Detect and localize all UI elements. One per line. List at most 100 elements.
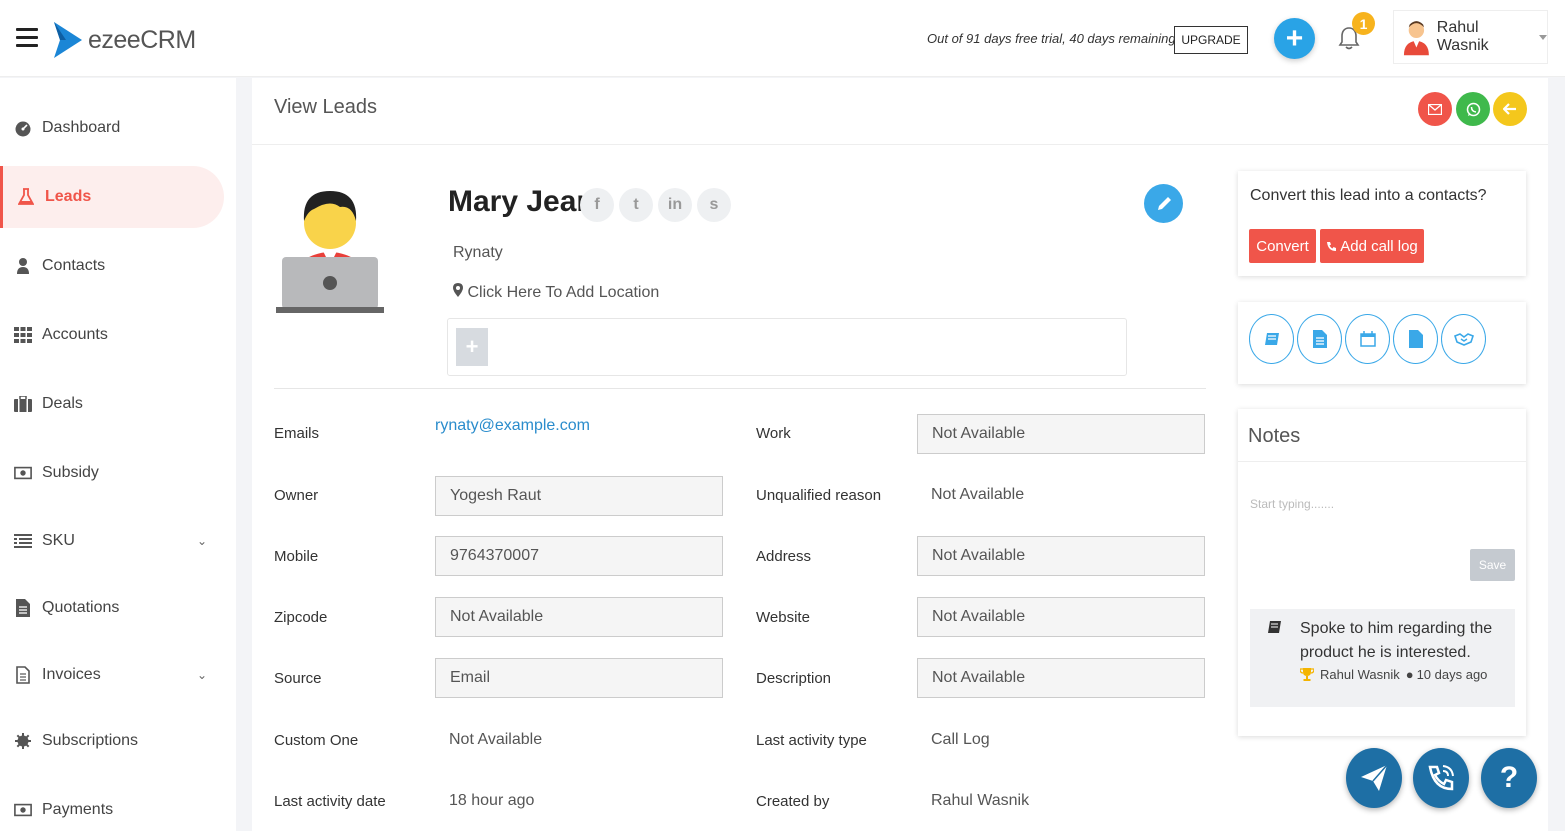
sidebar-item-leads[interactable]: Leads bbox=[0, 166, 224, 228]
lead-avatar bbox=[276, 191, 384, 313]
add-call-log-button[interactable]: Add call log bbox=[1320, 229, 1424, 263]
note-text: Spoke to him regarding the product he is… bbox=[1300, 620, 1493, 661]
main-content: View Leads Mary Jean f t in s Rynaty Cli… bbox=[252, 78, 1548, 831]
whatsapp-icon bbox=[1466, 102, 1480, 116]
cog-icon bbox=[14, 732, 32, 750]
lead-name: Mary Jean bbox=[448, 185, 595, 218]
convert-button[interactable]: Convert bbox=[1249, 229, 1316, 263]
sidebar-item-label: Invoices bbox=[42, 666, 101, 683]
mobile-field[interactable]: 9764370007 bbox=[435, 536, 723, 576]
list-icon bbox=[14, 532, 32, 550]
notes-input[interactable]: Start typing....... bbox=[1250, 497, 1334, 511]
sidebar-item-label: Leads bbox=[45, 188, 92, 205]
phone-icon bbox=[1327, 241, 1337, 251]
sidebar-item-label: Payments bbox=[42, 801, 114, 818]
user-name: Rahul Wasnik bbox=[1436, 19, 1489, 54]
linkedin-icon[interactable]: in bbox=[658, 188, 692, 222]
source-field[interactable]: Email bbox=[435, 658, 723, 698]
tags-box[interactable]: + bbox=[447, 318, 1127, 376]
sidebar-item-label: Dashboard bbox=[42, 119, 121, 136]
send-fab-button[interactable] bbox=[1346, 748, 1402, 808]
sidebar-item-contacts[interactable]: Contacts bbox=[0, 235, 224, 297]
sidebar-item-label: Quotations bbox=[42, 599, 120, 616]
upgrade-button[interactable]: UPGRADE bbox=[1174, 26, 1248, 54]
field-label-unqualified-reason: Unqualified reason bbox=[756, 487, 882, 504]
file-icon[interactable] bbox=[1393, 314, 1438, 364]
field-label-emails: Emails bbox=[274, 425, 320, 442]
owner-field[interactable]: Yogesh Raut bbox=[435, 476, 723, 516]
field-label-created-by: Created by bbox=[756, 793, 830, 810]
sidebar-item-label: Subsidy bbox=[42, 464, 99, 481]
lead-company: Rynaty bbox=[453, 244, 503, 261]
call-fab-button[interactable] bbox=[1413, 748, 1469, 808]
convert-question: Convert this lead into a contacts? bbox=[1250, 187, 1487, 204]
briefcase-icon bbox=[14, 395, 32, 413]
notification-badge: 1 bbox=[1352, 12, 1375, 35]
note-time: 10 days ago bbox=[1416, 667, 1488, 682]
field-label-mobile: Mobile bbox=[274, 548, 319, 565]
sidebar-item-sku[interactable]: SKU ⌄ bbox=[0, 510, 224, 572]
sidebar-item-quotations[interactable]: Quotations bbox=[0, 577, 224, 639]
address-field[interactable]: Not Available bbox=[917, 536, 1205, 576]
work-field[interactable]: Not Available bbox=[917, 414, 1205, 454]
twitter-icon[interactable]: t bbox=[619, 188, 653, 222]
help-fab-button[interactable]: ? bbox=[1481, 748, 1537, 808]
notes-card: Notes Start typing....... Save Spoke to … bbox=[1238, 409, 1526, 736]
sidebar-item-accounts[interactable]: Accounts bbox=[0, 304, 224, 366]
note-meta: Rahul Wasnik ● 10 days ago bbox=[1300, 667, 1487, 682]
hamburger-menu-icon[interactable] bbox=[16, 28, 38, 48]
facebook-icon[interactable]: f bbox=[580, 188, 614, 222]
zipcode-field[interactable]: Not Available bbox=[435, 597, 723, 637]
book-icon[interactable] bbox=[1249, 314, 1294, 364]
arrow-left-icon bbox=[1503, 103, 1516, 115]
pencil-icon bbox=[1157, 196, 1171, 210]
sidebar-item-dashboard[interactable]: Dashboard bbox=[0, 97, 224, 159]
sidebar-item-payments[interactable]: Payments bbox=[0, 779, 224, 831]
sidebar-item-label: Deals bbox=[42, 395, 83, 412]
money-icon bbox=[14, 801, 32, 819]
sidebar-item-invoices[interactable]: Invoices ⌄ bbox=[0, 644, 224, 706]
add-location-link[interactable]: Click Here To Add Location bbox=[453, 283, 659, 302]
user-icon bbox=[14, 257, 32, 275]
edit-lead-button[interactable] bbox=[1144, 184, 1183, 223]
app-logo[interactable]: ezeeCRM bbox=[52, 20, 196, 60]
notes-title: Notes bbox=[1248, 425, 1301, 447]
field-label-zipcode: Zipcode bbox=[274, 609, 328, 626]
sidebar-item-deals[interactable]: Deals bbox=[0, 373, 224, 435]
whatsapp-action-button[interactable] bbox=[1456, 92, 1490, 126]
last-activity-type-value: Call Log bbox=[931, 731, 990, 748]
email-action-button[interactable] bbox=[1418, 92, 1452, 126]
sidebar-item-subscriptions[interactable]: Subscriptions bbox=[0, 710, 224, 772]
save-note-button[interactable]: Save bbox=[1470, 549, 1515, 581]
document-icon bbox=[14, 666, 32, 684]
chevron-down-icon: ⌄ bbox=[197, 534, 208, 548]
field-label-owner: Owner bbox=[274, 487, 319, 504]
calendar-icon[interactable] bbox=[1345, 314, 1390, 364]
envelope-icon bbox=[1428, 103, 1442, 115]
email-link[interactable]: rynaty@example.com bbox=[435, 417, 590, 435]
user-menu[interactable]: Rahul Wasnik bbox=[1393, 10, 1548, 64]
sidebar-item-label: Contacts bbox=[42, 257, 106, 274]
add-tag-button[interactable]: + bbox=[456, 328, 488, 366]
field-label-last-activity-date: Last activity date bbox=[274, 793, 386, 810]
trophy-icon bbox=[1300, 668, 1314, 681]
sidebar-item-label: Subscriptions bbox=[42, 732, 139, 749]
dot-separator: ● bbox=[1405, 667, 1414, 682]
quick-add-button[interactable]: + bbox=[1274, 18, 1315, 59]
file-text-icon[interactable] bbox=[1297, 314, 1342, 364]
description-field[interactable]: Not Available bbox=[917, 658, 1205, 698]
sidebar-item-subsidy[interactable]: Subsidy bbox=[0, 442, 224, 504]
logo-mark-icon bbox=[54, 22, 82, 58]
chevron-down-icon: ⌄ bbox=[197, 668, 208, 682]
field-label-source: Source bbox=[274, 670, 322, 687]
activity-actions-card bbox=[1238, 302, 1526, 384]
field-label-website: Website bbox=[756, 609, 810, 626]
back-button[interactable] bbox=[1493, 92, 1527, 126]
note-item: Spoke to him regarding the product he is… bbox=[1250, 609, 1515, 707]
top-bar: ezeeCRM Out of 91 days free trial, 40 da… bbox=[0, 0, 1565, 77]
skype-icon[interactable]: s bbox=[697, 188, 731, 222]
sidebar-item-label: SKU bbox=[42, 532, 75, 549]
website-field[interactable]: Not Available bbox=[917, 597, 1205, 637]
page-title: View Leads bbox=[274, 96, 378, 118]
handshake-icon[interactable] bbox=[1441, 314, 1486, 364]
